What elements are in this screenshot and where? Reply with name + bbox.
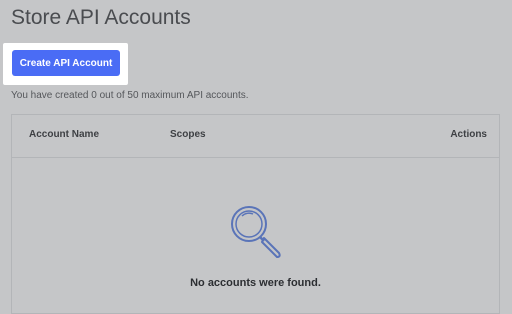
page-title: Store API Accounts bbox=[11, 6, 191, 29]
empty-state: No accounts were found. bbox=[12, 158, 499, 313]
create-api-account-button[interactable]: Create API Account bbox=[12, 50, 120, 76]
account-limit-note: You have created 0 out of 50 maximum API… bbox=[11, 90, 249, 101]
api-accounts-table: Account Name Scopes Actions No accounts … bbox=[11, 114, 500, 314]
column-header-account-name[interactable]: Account Name bbox=[29, 129, 99, 140]
empty-state-message: No accounts were found. bbox=[190, 277, 321, 289]
column-header-scopes: Scopes bbox=[170, 129, 206, 140]
magnifier-icon bbox=[231, 206, 281, 258]
create-button-highlight: Create API Account bbox=[3, 43, 128, 85]
column-header-actions: Actions bbox=[450, 129, 487, 140]
table-header: Account Name Scopes Actions bbox=[12, 115, 499, 158]
